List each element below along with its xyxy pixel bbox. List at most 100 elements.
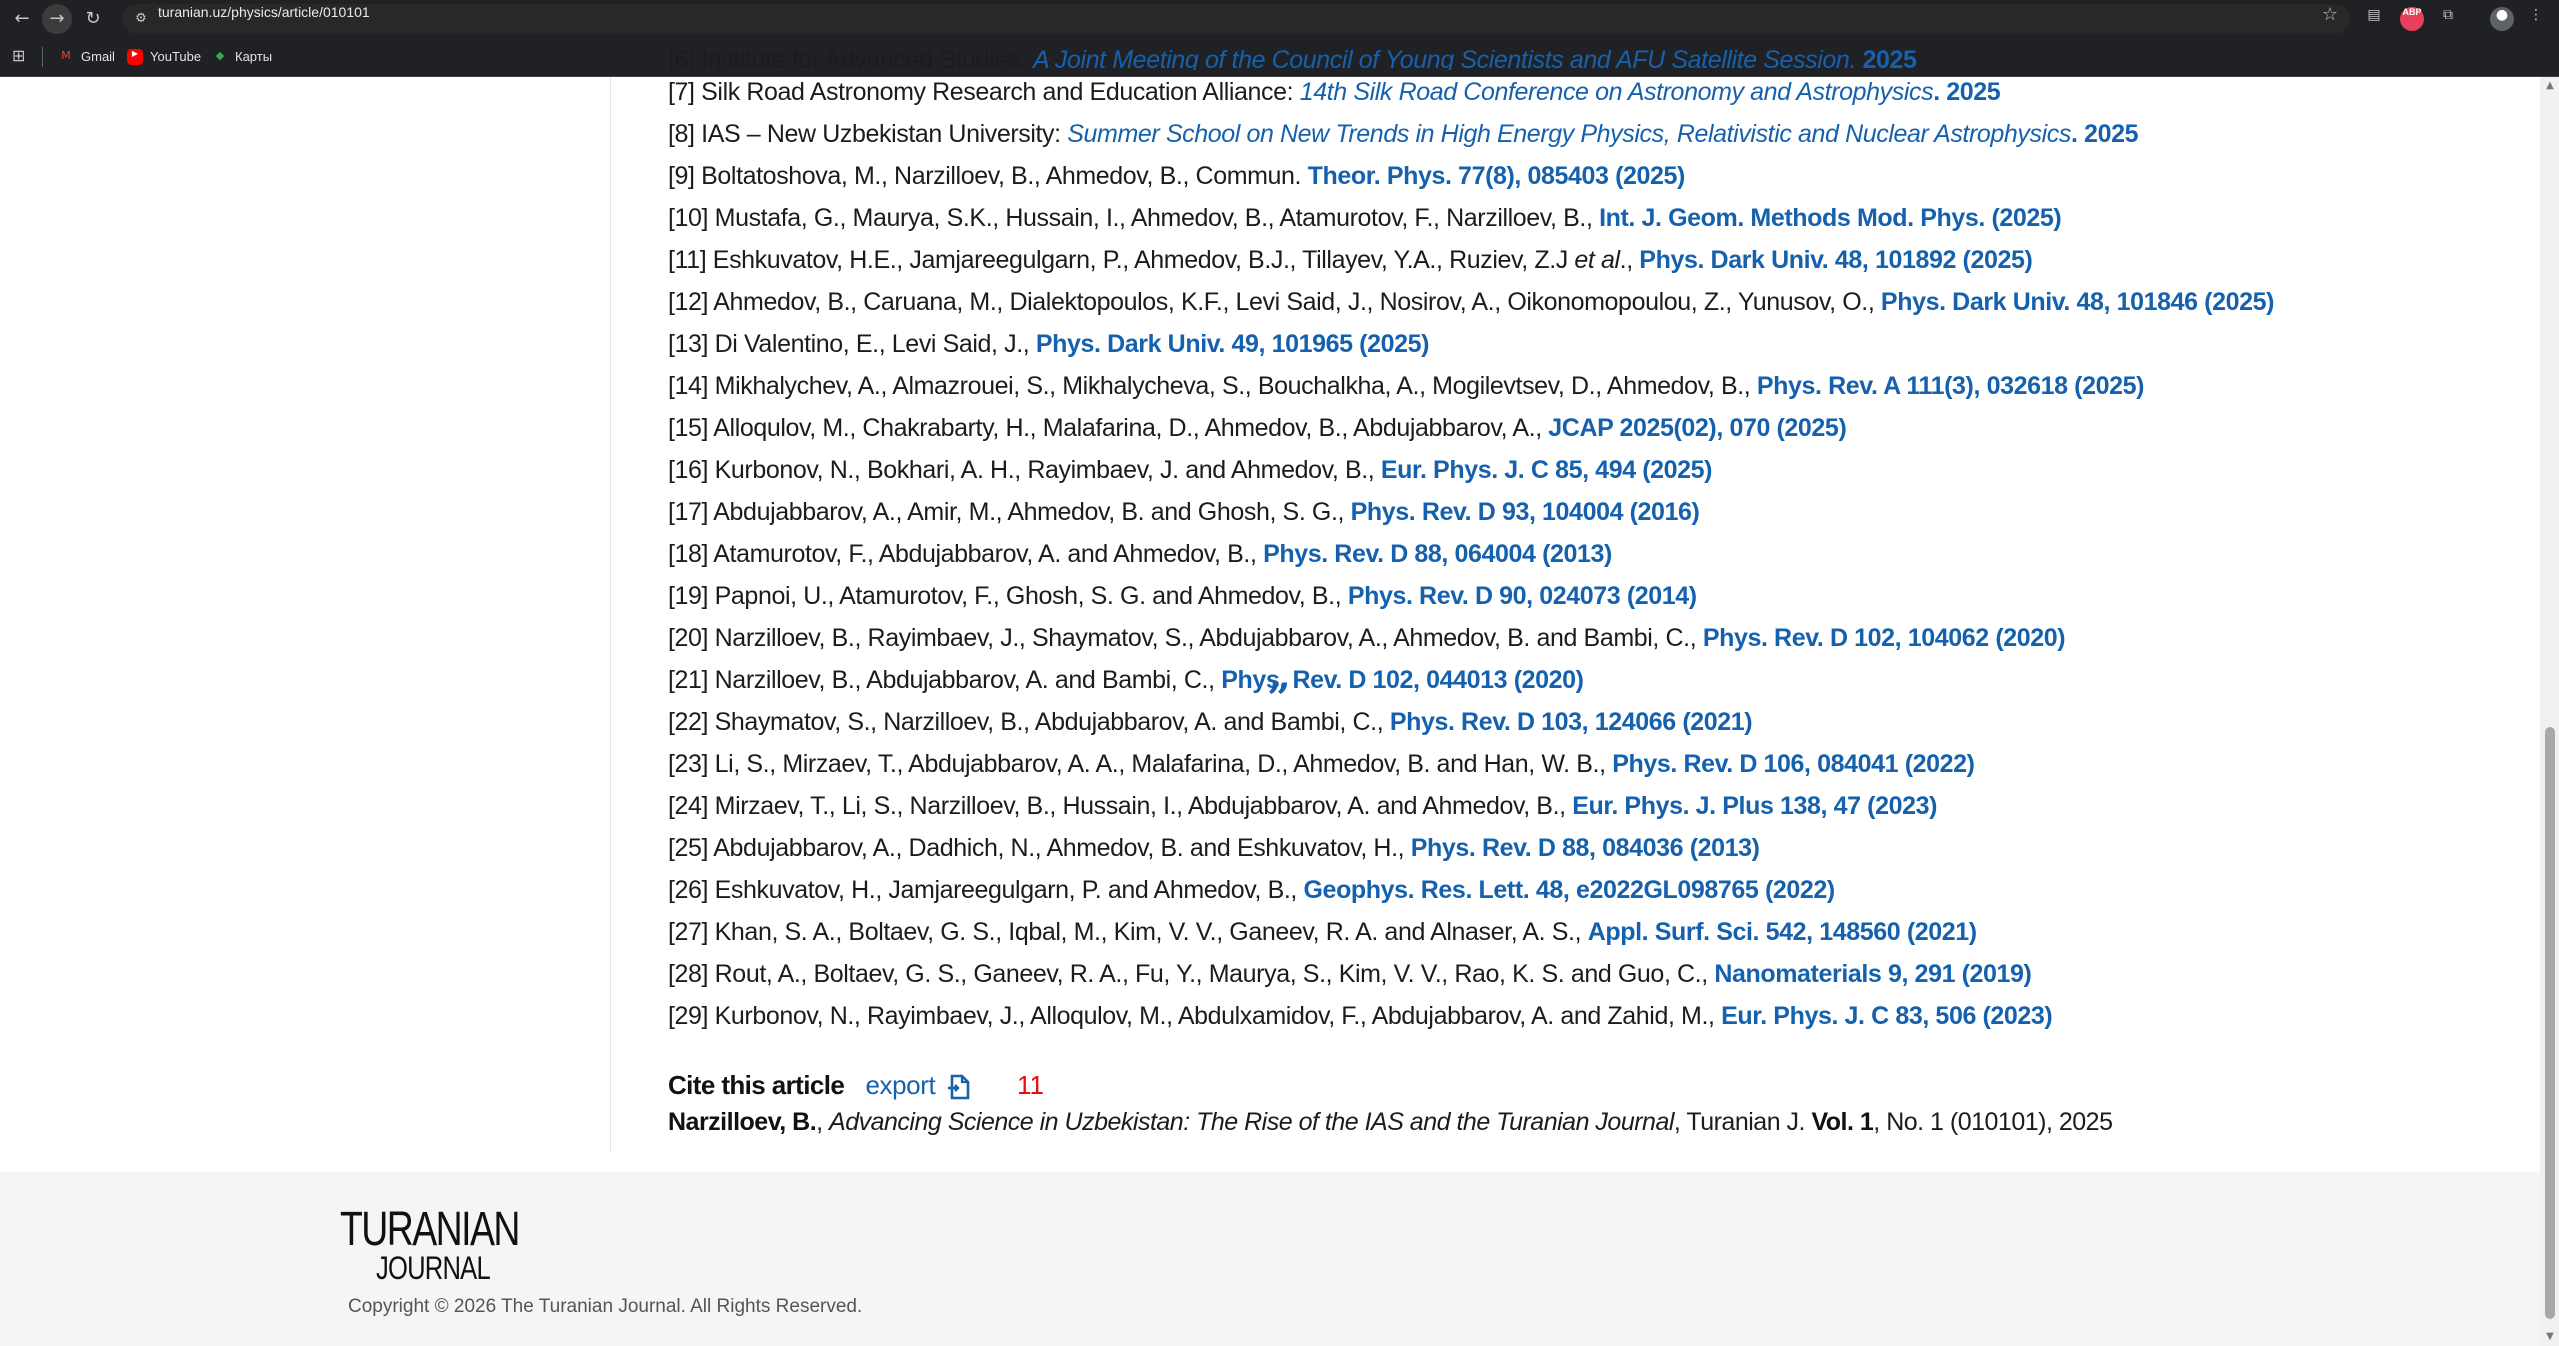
url-text[interactable]: turanian.uz/physics/article/010101	[158, 4, 370, 20]
reference-number: [16]	[668, 456, 709, 484]
reference-journal-link[interactable]: . 2025	[2071, 120, 2139, 148]
reference-sep: .,	[1619, 246, 1640, 274]
reference-number: [9]	[668, 162, 695, 190]
reference-authors: Narzilloev, B., Rayimbaev, J., Shaymatov…	[714, 624, 1703, 652]
tab-search-icon[interactable]: ▤	[2362, 7, 2386, 31]
reference-journal-link[interactable]: Appl. Surf. Sci. 542, 148560 (2021)	[1588, 918, 1977, 946]
reference-event-link[interactable]: Summer School on New Trends in High Ener…	[1067, 120, 2071, 148]
bookmark-star-icon[interactable]: ☆	[2322, 4, 2338, 25]
profile-avatar-icon[interactable]: ●	[2490, 7, 2514, 31]
reference-journal-link[interactable]: Phys. Dark Univ. 49, 101965 (2025)	[1036, 330, 1430, 358]
reference-journal-link[interactable]: Phys. Rev. D 93, 104004 (2016)	[1351, 498, 1700, 526]
reference-number: [15]	[668, 414, 709, 442]
reference-item: [23] Li, S., Mirzaev, T., Abdujabbarov, …	[668, 750, 2468, 792]
address-bar[interactable]: ⚙ turanian.uz/physics/article/010101 ☆	[122, 4, 2350, 34]
citation-sep: ,	[816, 1108, 830, 1136]
reference-number: [29]	[668, 1002, 709, 1030]
reference-number: [7]	[668, 78, 695, 106]
reference-journal-link[interactable]: Eur. Phys. J. Plus 138, 47 (2023)	[1572, 792, 1937, 820]
forward-arrow-icon[interactable]: →	[42, 4, 72, 34]
quote-icon[interactable]: „	[1268, 656, 1291, 696]
footer-logo-line2[interactable]: JOURNAL	[376, 1252, 491, 1284]
reference-journal-link[interactable]: Phys. Dark Univ. 48, 101846 (2025)	[1881, 288, 2275, 316]
bookmark-youtube[interactable]: ▶ YouTube	[127, 37, 201, 76]
reference-authors: Kurbonov, N., Rayimbaev, J., Alloqulov, …	[714, 1002, 1722, 1030]
reference-authors: Institute for Advanced Studies:	[701, 50, 1034, 70]
reference-journal-link[interactable]: JCAP 2025(02), 070 (2025)	[1548, 414, 1846, 442]
reference-journal-link[interactable]: Nanomaterials 9, 291 (2019)	[1714, 960, 2032, 988]
reference-number: [22]	[668, 708, 709, 736]
reference-authors: Rout, A., Boltaev, G. S., Ganeev, R. A.,…	[714, 960, 1715, 988]
reference-journal-link[interactable]: Phys. Dark Univ. 48, 101892 (2025)	[1639, 246, 2033, 274]
bookmark-label: YouTube	[150, 49, 202, 64]
reference-journal-link[interactable]: . 2025	[1933, 78, 2001, 106]
reference-number: [23]	[668, 750, 709, 778]
reference-item: [28] Rout, A., Boltaev, G. S., Ganeev, R…	[668, 960, 2468, 1002]
reference-item: [9] Boltatoshova, M., Narzilloev, B., Ah…	[668, 162, 2468, 204]
cite-header: Cite this article export 11	[668, 1070, 1044, 1106]
citation-text: Narzilloev, B., Advancing Science in Uzb…	[668, 1108, 2113, 1144]
youtube-icon: ▶	[127, 48, 143, 65]
reference-number: [10]	[668, 204, 709, 232]
bookmark-gmail[interactable]: M Gmail	[58, 37, 115, 76]
scrollbar-thumb[interactable]	[2545, 727, 2555, 1319]
bookmark-maps[interactable]: ◆ Карты	[212, 37, 272, 76]
reference-journal-link[interactable]: Eur. Phys. J. C 83, 506 (2023)	[1721, 1002, 2053, 1030]
site-info-icon[interactable]: ⚙	[132, 10, 150, 28]
bookmarks-divider	[42, 47, 43, 67]
reference-authors: Khan, S. A., Boltaev, G. S., Iqbal, M., …	[714, 918, 1588, 946]
reference-authors: Mirzaev, T., Li, S., Narzilloev, B., Hus…	[714, 792, 1573, 820]
reference-journal-link[interactable]: 2025	[1856, 50, 1916, 70]
references-list: [6] Institute for Advanced Studies: A Jo…	[668, 50, 2468, 1044]
browser-toolbar: ← → ↻ ⚙ turanian.uz/physics/article/0101…	[0, 0, 2559, 37]
reference-number: [17]	[668, 498, 709, 526]
reference-et-al: et al	[1574, 246, 1620, 274]
citation-rest: , No. 1 (010101), 2025	[1873, 1108, 2113, 1136]
reload-icon[interactable]: ↻	[78, 4, 108, 34]
reference-number: [24]	[668, 792, 709, 820]
reference-journal-link[interactable]: Phys. Rev. A 111(3), 032618 (2025)	[1757, 372, 2145, 400]
extensions-puzzle-icon[interactable]: ⧉	[2436, 7, 2460, 31]
reference-journal-link[interactable]: Eur. Phys. J. C 85, 494 (2025)	[1381, 456, 1713, 484]
reference-authors: Narzilloev, B., Abdujabbarov, A. and Bam…	[714, 666, 1222, 694]
menu-kebab-icon[interactable]: ⋮	[2524, 7, 2548, 31]
reference-item: [26] Eshkuvatov, H., Jamjareegulgarn, P.…	[668, 876, 2468, 918]
scroll-down-arrow-icon[interactable]: ▼	[2543, 1330, 2557, 1344]
reference-journal-link[interactable]: Phys. Rev. D 88, 064004 (2013)	[1263, 540, 1612, 568]
reference-item: [21] Narzilloev, B., Abdujabbarov, A. an…	[668, 666, 2468, 708]
export-link[interactable]: export	[865, 1070, 977, 1100]
reference-event-link[interactable]: 14th Silk Road Conference on Astronomy a…	[1300, 78, 1934, 106]
reference-journal-link[interactable]: Phys. Rev. D 106, 084041 (2022)	[1612, 750, 1975, 778]
back-arrow-icon[interactable]: ←	[7, 4, 37, 34]
reference-number: [8]	[668, 120, 695, 148]
reference-item: [27] Khan, S. A., Boltaev, G. S., Iqbal,…	[668, 918, 2468, 960]
export-icon[interactable]	[948, 1074, 970, 1100]
citation-count: 11	[1016, 1070, 1044, 1100]
footer-logo-line1[interactable]: TURANIAN	[340, 1206, 520, 1254]
adblock-icon[interactable]: ABP	[2400, 7, 2424, 31]
gmail-icon: M	[61, 48, 71, 62]
reference-authors: Mikhalychev, A., Almazrouei, S., Mikhaly…	[714, 372, 1757, 400]
reference-item: [13] Di Valentino, E., Levi Said, J., Ph…	[668, 330, 2468, 372]
apps-grid-icon[interactable]: ⊞	[12, 47, 30, 65]
export-label[interactable]: export	[865, 1070, 935, 1100]
reference-item: [24] Mirzaev, T., Li, S., Narzilloev, B.…	[668, 792, 2468, 834]
bookmark-label: Карты	[235, 49, 273, 64]
reference-journal-link[interactable]: Int. J. Geom. Methods Mod. Phys. (2025)	[1599, 204, 2062, 232]
reference-journal-link[interactable]: Phys. Rev. D 88, 084036 (2013)	[1411, 834, 1760, 862]
reference-journal-link[interactable]: Theor. Phys. 77(8), 085403 (2025)	[1308, 162, 1686, 190]
reference-journal-link[interactable]: Phys. Rev. D 102, 104062 (2020)	[1703, 624, 2066, 652]
reference-number: [21]	[668, 666, 709, 694]
reference-authors: Ahmedov, B., Caruana, M., Dialektopoulos…	[713, 288, 1881, 316]
reference-journal-link[interactable]: Geophys. Res. Lett. 48, e2022GL098765 (2…	[1304, 876, 1836, 904]
reference-authors: Abdujabbarov, A., Dadhich, N., Ahmedov, …	[713, 834, 1411, 862]
reference-journal-link[interactable]: Phys. Rev. D 103, 124066 (2021)	[1390, 708, 1753, 736]
reference-item: [6] Institute for Advanced Studies: A Jo…	[668, 50, 2468, 70]
scroll-up-arrow-icon[interactable]: ▲	[2543, 79, 2557, 93]
reference-item: [11] Eshkuvatov, H.E., Jamjareegulgarn, …	[668, 246, 2468, 288]
reference-journal-link[interactable]: Phys. Rev. D 90, 024073 (2014)	[1348, 582, 1697, 610]
reference-item: [29] Kurbonov, N., Rayimbaev, J., Alloqu…	[668, 1002, 2468, 1044]
reference-event-link[interactable]: A Joint Meeting of the Council of Young …	[1033, 50, 1856, 70]
reference-number: [25]	[668, 834, 709, 862]
reference-authors: Li, S., Mirzaev, T., Abdujabbarov, A. A.…	[714, 750, 1613, 778]
